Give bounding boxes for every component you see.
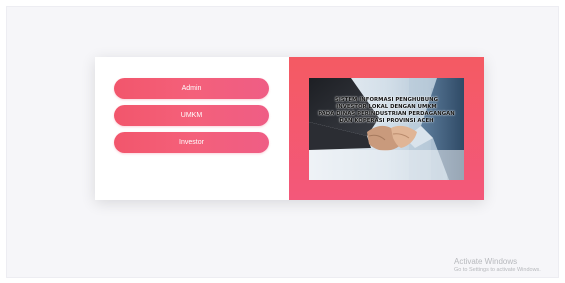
caption-line: SISTEM INFORMASI PENGHUBUNG	[334, 97, 439, 103]
role-selection-panel: Admin UMKM Investor	[95, 57, 289, 200]
caption-line: PADA DINAS PERINDUSTRIAN PERDAGANGAN	[318, 111, 455, 117]
hero-caption: SISTEM INFORMASI PENGHUBUNG INVESTOR LOK…	[313, 97, 460, 125]
handshake-illustration	[309, 78, 464, 180]
caption-line: DAN KOPERASI PROVINSI ACEH	[339, 118, 434, 124]
handshake-image: SISTEM INFORMASI PENGHUBUNG INVESTOR LOK…	[309, 78, 464, 180]
investor-button[interactable]: Investor	[114, 132, 269, 153]
hero-panel: SISTEM INFORMASI PENGHUBUNG INVESTOR LOK…	[289, 57, 484, 200]
watermark-subtitle: Go to Settings to activate Windows.	[454, 267, 541, 273]
activate-windows-watermark: Activate Windows Go to Settings to activ…	[454, 257, 541, 274]
umkm-button[interactable]: UMKM	[114, 105, 269, 126]
watermark-title: Activate Windows	[454, 257, 518, 266]
caption-line: INVESTOR LOKAL DENGAN UMKM	[336, 104, 437, 110]
admin-button[interactable]: Admin	[114, 78, 269, 99]
login-card: Admin UMKM Investor SISTEM INFORMASI PEN…	[95, 57, 484, 200]
